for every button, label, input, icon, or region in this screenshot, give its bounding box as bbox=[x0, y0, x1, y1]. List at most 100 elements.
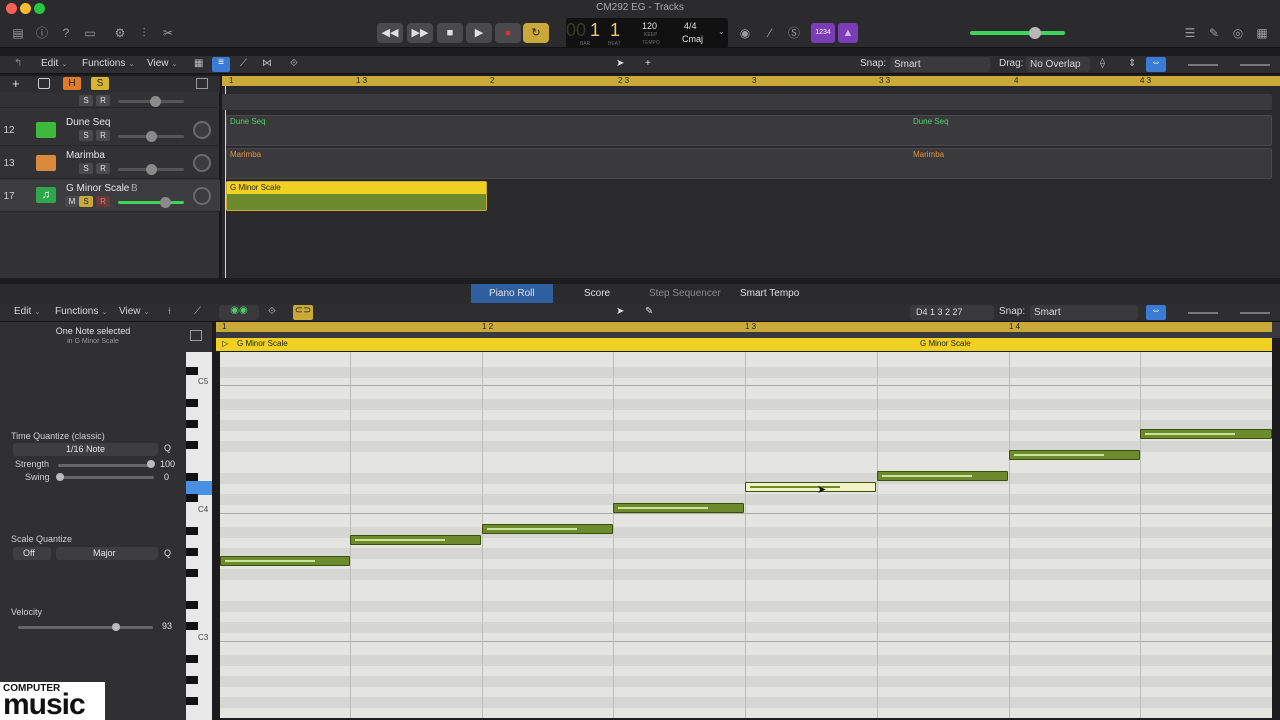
tuner-icon[interactable]: ◉ bbox=[735, 24, 755, 42]
position-display[interactable]: D4 1 3 2 27 bbox=[910, 305, 994, 320]
pr-cycle-bar[interactable] bbox=[216, 322, 1272, 332]
horizontal-zoom-slider[interactable] bbox=[1240, 312, 1270, 314]
selected-key-d4[interactable] bbox=[186, 481, 212, 495]
midi-note-selected[interactable] bbox=[745, 482, 876, 492]
black-key[interactable] bbox=[186, 420, 198, 428]
black-key[interactable] bbox=[186, 655, 198, 663]
back-icon[interactable]: ↰ bbox=[14, 58, 22, 69]
pan-knob[interactable] bbox=[193, 187, 211, 205]
zoom-window-button[interactable] bbox=[34, 3, 45, 14]
piano-keyboard[interactable]: C5 C4 C3 bbox=[186, 352, 212, 720]
list-editors-icon[interactable]: ☰ bbox=[1180, 24, 1200, 42]
track-name[interactable]: Dune Seq bbox=[66, 117, 110, 128]
black-key[interactable] bbox=[186, 548, 198, 556]
vertical-zoom-slider[interactable] bbox=[1188, 64, 1218, 66]
tab-smart-tempo[interactable]: Smart Tempo bbox=[722, 284, 817, 303]
region-top-partial[interactable] bbox=[222, 94, 1272, 110]
record-enable-button[interactable]: R bbox=[96, 163, 110, 174]
black-key[interactable] bbox=[186, 473, 198, 481]
quantize-button[interactable]: Q bbox=[164, 443, 171, 453]
black-key[interactable] bbox=[186, 569, 198, 577]
black-key[interactable] bbox=[186, 441, 198, 449]
strength-slider[interactable] bbox=[58, 464, 154, 467]
midi-note[interactable] bbox=[220, 556, 350, 566]
tab-piano-roll[interactable]: Piano Roll bbox=[471, 284, 553, 303]
black-key[interactable] bbox=[186, 697, 198, 705]
pencil-tool-icon[interactable]: ✎ bbox=[645, 306, 653, 317]
record-enable-button[interactable]: R bbox=[96, 130, 110, 141]
swing-slider-knob[interactable] bbox=[56, 473, 64, 481]
black-key[interactable] bbox=[186, 494, 198, 502]
edit-menu[interactable]: Edit ⌄ bbox=[41, 58, 68, 69]
add-track-icon[interactable]: + bbox=[12, 76, 20, 91]
pr-edit-menu[interactable]: Edit ⌄ bbox=[14, 306, 41, 317]
black-key[interactable] bbox=[186, 676, 198, 684]
volume-fader-knob[interactable] bbox=[146, 131, 157, 142]
horizontal-fit-icon[interactable]: ⇔ bbox=[1146, 57, 1166, 72]
global-tracks-icon[interactable] bbox=[196, 78, 208, 89]
catch-icon[interactable]: ⟐ bbox=[268, 306, 276, 317]
strength-slider-knob[interactable] bbox=[147, 460, 155, 468]
midi-note[interactable] bbox=[350, 535, 481, 545]
play-button[interactable]: ▶ bbox=[466, 23, 492, 43]
piano-roll-ruler[interactable]: 1 1 2 1 3 1 4 bbox=[216, 322, 1280, 338]
midi-note[interactable] bbox=[482, 524, 613, 534]
time-quantize-select[interactable]: 1/16 Note bbox=[13, 443, 158, 456]
track-name[interactable]: G Minor Scale bbox=[66, 183, 129, 194]
black-key[interactable] bbox=[186, 601, 198, 609]
vertical-fit-icon[interactable]: ⇕ bbox=[1128, 58, 1136, 69]
solo-button[interactable]: S bbox=[79, 95, 93, 106]
automation-icon[interactable]: ⟋ bbox=[240, 58, 247, 69]
mixer-icon[interactable]: ⫶ bbox=[134, 24, 154, 42]
flex-icon[interactable]: ⋈ bbox=[262, 58, 272, 69]
scale-quantize-button[interactable]: Q bbox=[164, 548, 171, 558]
library-icon[interactable]: ▤ bbox=[8, 24, 28, 42]
scale-root-select[interactable]: Off bbox=[13, 547, 51, 560]
region-dune-seq[interactable]: Dune Seq Dune Seq bbox=[226, 115, 1272, 146]
grid-view-icon[interactable]: ▦ bbox=[194, 58, 203, 69]
tracks-area[interactable]: 1 1 3 2 2 3 3 3 3 4 4 3 Dune Seq Dune Se… bbox=[222, 76, 1280, 278]
record-enable-button[interactable]: R bbox=[96, 95, 110, 106]
swing-slider[interactable] bbox=[58, 476, 154, 479]
midi-note[interactable] bbox=[1140, 429, 1272, 439]
black-key[interactable] bbox=[186, 622, 198, 630]
horizontal-zoom-slider[interactable] bbox=[1240, 64, 1270, 66]
black-key[interactable] bbox=[186, 367, 198, 375]
solo-button[interactable]: S bbox=[79, 130, 93, 141]
cycle-button[interactable]: ↻ bbox=[523, 23, 549, 43]
track-row-dune-seq[interactable]: 12 Dune Seq S R bbox=[0, 114, 220, 146]
region-strip[interactable]: ▷ G Minor Scale G Minor Scale bbox=[216, 338, 1272, 351]
stop-button[interactable]: ■ bbox=[437, 23, 463, 43]
pan-knob[interactable] bbox=[193, 154, 211, 172]
volume-fader-knob[interactable] bbox=[146, 164, 157, 175]
hide-button[interactable]: H bbox=[63, 77, 81, 90]
help-icon[interactable]: ? bbox=[56, 24, 76, 42]
scissors-icon[interactable]: ✂ bbox=[158, 24, 178, 42]
browser-icon[interactable]: ▦ bbox=[1252, 24, 1272, 42]
volume-fader-knob[interactable] bbox=[160, 197, 171, 208]
list-view-icon[interactable]: ≡ bbox=[212, 57, 230, 72]
mute-button[interactable]: M bbox=[65, 196, 79, 207]
record-button[interactable]: ● bbox=[495, 23, 521, 43]
black-key[interactable] bbox=[186, 399, 198, 407]
track-row-marimba[interactable]: 13 Marimba S R bbox=[0, 147, 220, 179]
bar-ruler[interactable]: 1 1 3 2 2 3 3 3 3 4 4 3 bbox=[222, 76, 1280, 86]
notepad-icon[interactable]: ✎ bbox=[1204, 24, 1224, 42]
functions-menu[interactable]: Functions ⌄ bbox=[82, 58, 135, 69]
region-marimba[interactable]: Marimba Marimba bbox=[226, 148, 1272, 179]
solo-all-button[interactable]: S bbox=[91, 77, 109, 90]
black-key[interactable] bbox=[186, 527, 198, 535]
solo-mode-icon[interactable]: Ⓢ bbox=[784, 24, 804, 42]
tab-score[interactable]: Score bbox=[566, 284, 628, 303]
midi-note[interactable] bbox=[877, 471, 1008, 481]
automation-icon[interactable]: ⟋ bbox=[194, 306, 201, 317]
inspector-toggle-icon[interactable] bbox=[190, 330, 202, 341]
snap-select[interactable]: Smart bbox=[890, 57, 990, 72]
velocity-slider[interactable] bbox=[18, 626, 153, 629]
drag-select[interactable]: No Overlap bbox=[1026, 57, 1090, 72]
region-g-minor-scale[interactable]: G Minor Scale bbox=[226, 181, 487, 211]
lcd-chevron-icon[interactable]: ⌄ bbox=[718, 27, 725, 36]
pan-knob[interactable] bbox=[193, 121, 211, 139]
velocity-slider-knob[interactable] bbox=[112, 623, 120, 631]
settings-icon[interactable]: ⚙ bbox=[110, 24, 130, 42]
